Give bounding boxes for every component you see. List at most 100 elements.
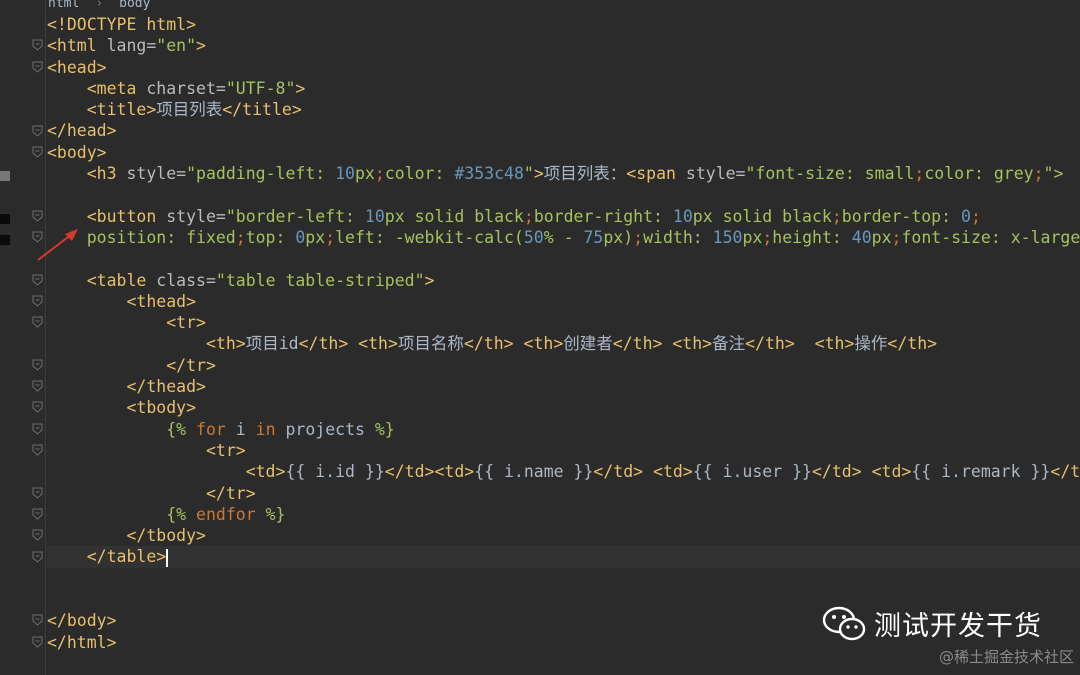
code-token: for	[196, 419, 236, 439]
code-token: px)	[603, 227, 634, 247]
code-token: <tr>	[166, 313, 206, 333]
code-token: "font-size: small	[745, 164, 915, 184]
code-editor[interactable]: <!DOCTYPE html> <html lang="en"> <head> <m…	[47, 14, 1080, 653]
code-token: <thead>	[126, 291, 197, 311]
code-line[interactable]: </table>	[47, 546, 1080, 568]
code-line[interactable]: <title>项目列表</title>	[47, 99, 1080, 120]
fold-toggle-icon[interactable]	[32, 295, 43, 307]
fold-toggle-icon[interactable]	[32, 423, 43, 435]
code-token: </title>	[222, 100, 302, 120]
code-token: projects	[285, 419, 375, 439]
change-marker[interactable]	[0, 214, 10, 224]
watermark-title: 测试开发干货	[874, 611, 1042, 642]
code-line[interactable]: </tbody>	[47, 525, 1080, 546]
code-line[interactable]: <tr>	[47, 312, 1080, 333]
code-token: color: grey	[924, 164, 1034, 184]
code-line[interactable]	[47, 568, 1080, 589]
change-marker[interactable]	[0, 235, 10, 245]
code-token: 项目列表：	[543, 164, 627, 184]
watermark: 测试开发干货	[822, 604, 1042, 643]
code-token: 项目列表	[156, 100, 223, 120]
code-token: {{ i.user }}	[692, 462, 812, 482]
fold-toggle-icon[interactable]	[32, 487, 43, 499]
fold-toggle-icon[interactable]	[32, 401, 43, 414]
breadcrumb-item-html[interactable]: html	[48, 0, 79, 11]
code-token: 75	[583, 227, 604, 247]
code-token: 项目id	[245, 334, 299, 354]
fold-toggle-icon[interactable]	[32, 210, 43, 222]
code-line[interactable]: </thead>	[47, 376, 1080, 397]
fold-toggle-icon[interactable]	[32, 444, 43, 456]
code-line[interactable]: <td>{{ i.id }}</td><td>{{ i.name }}</td>…	[47, 461, 1080, 482]
code-line[interactable]: position: fixed;top: 0px;left: -webkit-c…	[47, 227, 1080, 248]
code-token: "padding-left:	[186, 164, 336, 184]
code-token: </tr>	[205, 483, 256, 503]
breadcrumb-item-body[interactable]: body	[119, 0, 150, 11]
code-token: border-right:	[533, 206, 673, 226]
code-token: class=	[156, 270, 216, 290]
code-line[interactable]: </tr>	[47, 483, 1080, 504]
code-token: "UTF-8"	[225, 78, 296, 98]
code-line[interactable]: <html lang="en">	[47, 35, 1080, 56]
fold-toggle-icon[interactable]	[32, 274, 43, 286]
code-token: ;	[523, 206, 534, 226]
code-line[interactable]: <tbody>	[47, 397, 1080, 418]
fold-toggle-icon[interactable]	[32, 125, 43, 137]
code-line[interactable]: {% for i in projects %}	[47, 419, 1080, 440]
code-token: % -	[543, 227, 584, 247]
code-token: </th>	[887, 334, 938, 354]
fold-toggle-icon[interactable]	[32, 551, 43, 563]
code-token: <head>	[47, 57, 107, 77]
code-token: ;	[1033, 164, 1044, 184]
code-token: "table table-striped"	[215, 270, 425, 290]
code-token: </body>	[47, 611, 117, 631]
code-line[interactable]: <!DOCTYPE html>	[47, 14, 1080, 35]
code-token: ;	[762, 227, 773, 247]
code-token: px solid black	[692, 206, 832, 226]
code-line[interactable]	[47, 248, 1080, 269]
code-line[interactable]: <h3 style="padding-left: 10px;color: #35…	[47, 163, 1080, 184]
code-line[interactable]: <body>	[47, 142, 1080, 163]
code-token: charset=	[146, 78, 226, 98]
code-line[interactable]: <th>项目id</th> <th>项目名称</th> <th>创建者</th>…	[47, 333, 1080, 354]
fold-toggle-icon[interactable]	[32, 61, 43, 73]
fold-toggle-icon[interactable]	[32, 39, 43, 51]
fold-toggle-icon[interactable]	[32, 614, 43, 627]
code-line[interactable]: <meta charset="UTF-8">	[47, 78, 1080, 99]
fold-toggle-icon[interactable]	[32, 359, 43, 371]
code-token: <th>	[205, 334, 246, 354]
code-line[interactable]: </tr>	[47, 355, 1080, 376]
code-token: px	[305, 227, 326, 247]
code-token: 150	[712, 227, 743, 247]
code-token: 备注	[712, 334, 746, 354]
code-token: <span	[626, 164, 686, 184]
code-token: >	[533, 164, 544, 184]
code-line[interactable]: {% endfor %}	[47, 504, 1080, 525]
code-line[interactable]: <tr>	[47, 440, 1080, 461]
fold-toggle-icon[interactable]	[32, 316, 43, 328]
code-line[interactable]: <button style="border-left: 10px solid b…	[47, 206, 1080, 227]
code-line[interactable]: <thead>	[47, 291, 1080, 312]
code-token: width:	[643, 227, 713, 247]
code-token: {%	[166, 419, 197, 439]
code-token: <title>	[86, 100, 157, 120]
code-token: <tr>	[205, 440, 246, 460]
fold-toggle-icon[interactable]	[32, 636, 43, 648]
code-token: ;	[891, 227, 902, 247]
change-marker[interactable]	[0, 171, 10, 181]
code-line[interactable]: <table class="table table-striped">	[47, 270, 1080, 291]
code-line[interactable]	[47, 184, 1080, 205]
code-token: <td>	[245, 462, 286, 482]
fold-toggle-icon[interactable]	[32, 146, 43, 158]
code-token: </th> <th>	[612, 334, 713, 354]
fold-toggle-icon[interactable]	[32, 508, 43, 520]
fold-toggle-icon[interactable]	[32, 380, 43, 392]
fold-toggle-icon[interactable]	[32, 529, 43, 541]
code-line[interactable]: <head>	[47, 57, 1080, 78]
code-line[interactable]: </head>	[47, 120, 1080, 141]
